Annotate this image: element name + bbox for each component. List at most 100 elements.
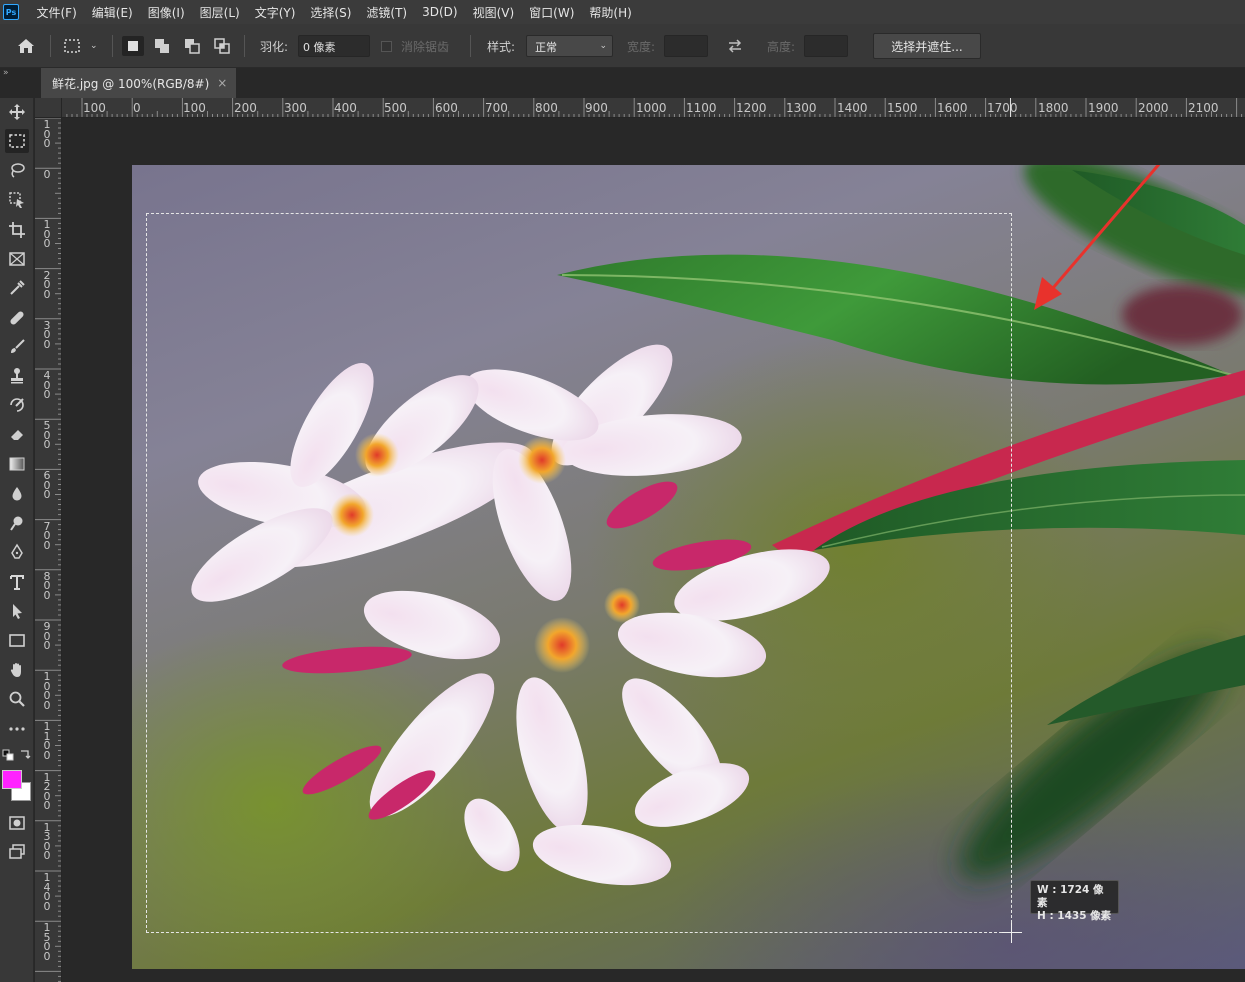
collapse-panels-icon[interactable]: » [3, 68, 9, 78]
quick-mask-icon[interactable] [5, 811, 29, 835]
ruler-label: 1 0 0 [43, 118, 51, 150]
ruler-label: 1400 [837, 101, 868, 115]
swap-dimensions-icon[interactable] [726, 24, 744, 68]
ruler-label: 5 0 0 [43, 419, 51, 452]
ruler-cursor-marker [1010, 98, 1011, 117]
menu-edit[interactable]: 编辑(E) [84, 4, 140, 21]
ruler-label: 500 [384, 101, 407, 115]
menu-image[interactable]: 图像(I) [140, 4, 192, 21]
lasso-icon[interactable] [5, 158, 29, 182]
ruler-label: 1500 [887, 101, 918, 115]
marquee-selection[interactable] [146, 213, 1012, 933]
home-icon[interactable] [15, 24, 37, 68]
add-to-selection-button[interactable] [151, 36, 173, 56]
width-input[interactable] [664, 35, 708, 57]
rectangular-marquee-icon[interactable] [5, 129, 29, 153]
ruler-label: 1800 [1038, 101, 1069, 115]
type-icon[interactable] [5, 570, 29, 594]
more-tools-icon[interactable] [5, 717, 29, 741]
menu-help[interactable]: 帮助(H) [582, 4, 639, 21]
height-label: 高度: [767, 39, 796, 54]
swap-colors-icon[interactable] [19, 749, 31, 761]
healing-brush-icon[interactable] [5, 306, 29, 330]
crosshair-cursor-icon [1002, 932, 1022, 933]
ruler-origin[interactable] [35, 98, 62, 118]
antialias-label: 消除锯齿 [401, 39, 450, 54]
menu-3d[interactable]: 3D(D) [415, 5, 465, 19]
ruler-label: 400 [334, 101, 357, 115]
height-input[interactable] [804, 35, 848, 57]
menu-layer[interactable]: 图层(L) [192, 4, 247, 21]
new-selection-button[interactable] [122, 36, 144, 56]
document-canvas[interactable]: W : 1724 像素 H : 1435 像素 [62, 118, 1245, 982]
zoom-icon[interactable] [5, 687, 29, 711]
subtract-from-selection-button[interactable] [181, 36, 203, 56]
intersect-selection-button[interactable] [211, 36, 233, 56]
ruler-label: 1300 [786, 101, 817, 115]
gradient-icon[interactable] [5, 452, 29, 476]
ruler-label: 100 [83, 101, 106, 115]
default-colors-icon[interactable] [2, 749, 14, 761]
vertical-ruler[interactable]: 1 0 0 0 1 0 0 2 0 0 3 0 0 4 0 0 5 0 0 6 0 0 7 0 … [35, 118, 62, 982]
feather-label: 羽化: [260, 39, 289, 54]
menu-file[interactable]: 文件(F) [29, 4, 84, 21]
options-bar: ⌄ 羽化: 0 像素 消除锯齿 样式: 正常 ⌄ 宽度: 高度: 选择并遮住..… [0, 24, 1245, 68]
ruler-label: 0 [133, 101, 141, 115]
eraser-icon[interactable] [5, 422, 29, 446]
selection-width-readout: W : 1724 像素 [1037, 884, 1104, 909]
menu-window[interactable]: 窗口(W) [522, 4, 582, 21]
select-and-mask-button[interactable]: 选择并遮住... [873, 33, 981, 59]
ruler-label: 100 [183, 101, 206, 115]
marquee-preset-picker[interactable]: ⌄ [62, 24, 98, 68]
width-label: 宽度: [627, 39, 656, 54]
document-tab-title: 鲜花.jpg @ 100%(RGB/8#) [52, 76, 210, 91]
ruler-label: 900 [585, 101, 608, 115]
path-selection-icon[interactable] [5, 599, 29, 623]
chevron-down-icon: ⌄ [90, 41, 98, 51]
ruler-label: 2000 [1138, 101, 1169, 115]
document-tab[interactable]: 鲜花.jpg @ 100%(RGB/8#) × [41, 68, 236, 98]
close-icon[interactable]: × [217, 76, 227, 90]
ruler-label: 3 0 0 [43, 318, 51, 351]
rectangle-icon[interactable] [5, 628, 29, 652]
history-brush-icon[interactable] [5, 393, 29, 417]
ruler-label: 1200 [736, 101, 767, 115]
menu-view[interactable]: 视图(V) [465, 4, 522, 21]
ruler-label: 1 0 0 0 [43, 670, 51, 712]
pen-icon[interactable] [5, 540, 29, 564]
blur-icon[interactable] [5, 482, 29, 506]
object-selection-icon[interactable] [5, 188, 29, 212]
divider [112, 35, 113, 57]
style-select[interactable]: 正常 ⌄ [526, 35, 613, 57]
ruler-label: 6 0 0 [43, 469, 51, 502]
ruler-label: 1600 [937, 101, 968, 115]
ruler-label: 2 0 0 [43, 268, 51, 301]
frame-icon[interactable] [5, 247, 29, 271]
menu-filter[interactable]: 滤镜(T) [359, 4, 415, 21]
divider [470, 35, 471, 57]
ruler-label: 1700 [987, 101, 1018, 115]
menu-select[interactable]: 选择(S) [303, 4, 359, 21]
feather-input[interactable]: 0 像素 [298, 35, 370, 57]
ruler-label: 1100 [686, 101, 717, 115]
crop-icon[interactable] [5, 218, 29, 242]
move-tool-icon[interactable] [5, 100, 29, 124]
brush-icon[interactable] [5, 335, 29, 359]
document-tab-bar: » 鲜花.jpg @ 100%(RGB/8#) × [0, 68, 1245, 98]
antialias-checkbox[interactable] [381, 40, 392, 52]
clone-stamp-icon[interactable] [5, 364, 29, 388]
dodge-icon[interactable] [5, 511, 29, 535]
foreground-color-swatch[interactable] [2, 770, 22, 789]
ruler-label: 4 0 0 [43, 369, 51, 401]
ruler-label: 1 1 0 0 [43, 720, 51, 762]
ruler-label: 1000 [636, 101, 667, 115]
horizontal-ruler[interactable]: 100 0 100 200 300 400 500 600 700 800 90… [62, 98, 1245, 118]
hand-icon[interactable] [5, 658, 29, 682]
screen-mode-icon[interactable] [5, 840, 29, 864]
eyedropper-icon[interactable] [5, 276, 29, 300]
menu-bar: Ps 文件(F) 编辑(E) 图像(I) 图层(L) 文字(Y) 选择(S) 滤… [0, 0, 1245, 24]
ruler-label: 1900 [1088, 101, 1119, 115]
ruler-label: 0 [43, 168, 51, 182]
ruler-label: 700 [485, 101, 508, 115]
menu-type[interactable]: 文字(Y) [247, 4, 303, 21]
